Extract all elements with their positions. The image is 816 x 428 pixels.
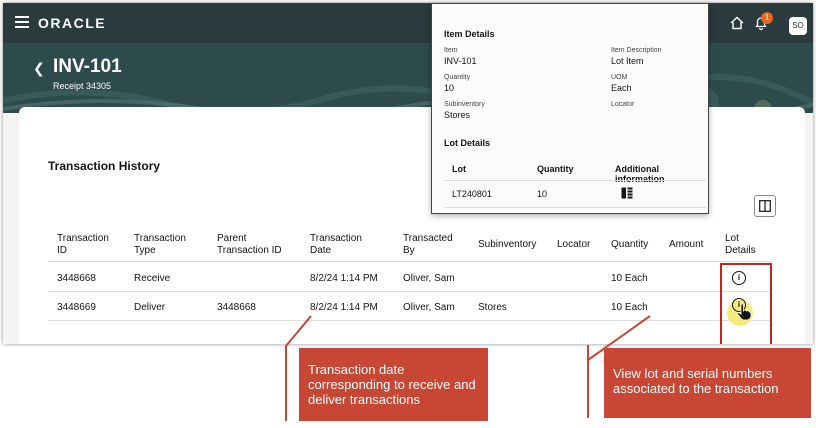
page-title: INV-101	[53, 56, 122, 77]
item-details-title: Item Details	[444, 29, 495, 39]
locator-label: Locator	[611, 101, 635, 108]
cell-transaction-date: 8/2/24 1:14 PM	[310, 273, 378, 284]
columns-button[interactable]	[754, 195, 776, 217]
cell-transaction-id: 3448668	[57, 273, 96, 284]
col-header-parent-transaction-id[interactable]: Parent Transaction ID	[217, 233, 282, 257]
page-subtitle: Receipt 34305	[53, 81, 112, 91]
uom-value: Each	[611, 83, 632, 93]
lot-quantity-value: 10	[537, 189, 548, 199]
cell-transaction-id: 3448669	[57, 302, 96, 313]
subinventory-value: Stores	[444, 110, 471, 120]
quantity-label: Quantity	[444, 74, 471, 81]
lot-callout: View lot and serial numbers associated t…	[604, 348, 811, 418]
date-callout-leader	[285, 345, 287, 421]
additional-info-icon[interactable]	[621, 187, 633, 199]
lot-details-title: Lot Details	[444, 138, 491, 148]
subinventory-label: Subinventory	[444, 101, 485, 108]
row-divider	[48, 320, 772, 321]
lot-quantity-column-header: Quantity	[537, 164, 574, 174]
cell-transacted-by: Oliver, Sam	[403, 302, 455, 313]
section-title: Transaction History	[48, 159, 161, 173]
col-header-transaction-date[interactable]: Transaction Date	[310, 233, 362, 257]
col-header-locator[interactable]: Locator	[557, 239, 590, 251]
lot-column-header: Lot	[452, 164, 466, 174]
item-description-label: Item Description	[611, 47, 662, 54]
quantity-value: 10	[444, 83, 455, 93]
date-callout: Transaction date corresponding to receiv…	[299, 348, 488, 421]
col-header-lot-details[interactable]: Lot Details	[725, 233, 756, 257]
cell-transaction-type: Deliver	[134, 302, 166, 313]
cell-quantity: 10 Each	[611, 302, 648, 313]
date-callout-text: Transaction date corresponding to receiv…	[308, 362, 476, 407]
item-description-value: Lot Item	[611, 56, 644, 66]
menu-icon[interactable]	[15, 16, 29, 28]
lot-callout-text: View lot and serial numbers associated t…	[613, 366, 779, 396]
cell-transaction-date: 8/2/24 1:14 PM	[310, 302, 378, 313]
lot-number-link[interactable]: LT240801	[452, 189, 492, 199]
item-label: Item	[444, 47, 458, 54]
uom-label: UOM	[611, 74, 628, 81]
columns-icon	[759, 200, 771, 212]
back-button[interactable]: ❮	[33, 60, 45, 77]
home-icon[interactable]	[730, 16, 744, 30]
row-divider	[48, 291, 772, 292]
lot-details-popup: Item Details Item INV-101 Item Descripti…	[431, 3, 709, 214]
item-value: INV-101	[444, 56, 477, 66]
user-avatar[interactable]: SO	[789, 17, 807, 35]
lot-additional-info-column-header: Additional information	[615, 164, 665, 184]
notification-badge: 1	[761, 12, 773, 24]
col-header-transaction-id[interactable]: Transaction ID	[57, 233, 109, 257]
lot-details-highlight-box	[720, 263, 772, 344]
cell-subinventory: Stores	[478, 302, 507, 313]
cell-quantity: 10 Each	[611, 273, 648, 284]
oracle-logo: ORACLE	[38, 15, 107, 31]
lot-header-divider	[444, 180, 706, 181]
col-header-amount[interactable]: Amount	[669, 239, 703, 251]
col-header-transacted-by[interactable]: Transacted By	[403, 233, 453, 257]
col-header-quantity[interactable]: Quantity	[611, 239, 648, 251]
col-header-subinventory[interactable]: Subinventory	[478, 239, 536, 251]
cell-transacted-by: Oliver, Sam	[403, 273, 455, 284]
date-callout-pointer	[285, 315, 312, 347]
lot-row-divider	[444, 207, 706, 208]
header-divider	[48, 261, 772, 262]
col-header-transaction-type[interactable]: Transaction Type	[134, 233, 186, 257]
cell-transaction-type: Receive	[134, 273, 171, 284]
cell-parent-id: 3448668	[217, 302, 256, 313]
